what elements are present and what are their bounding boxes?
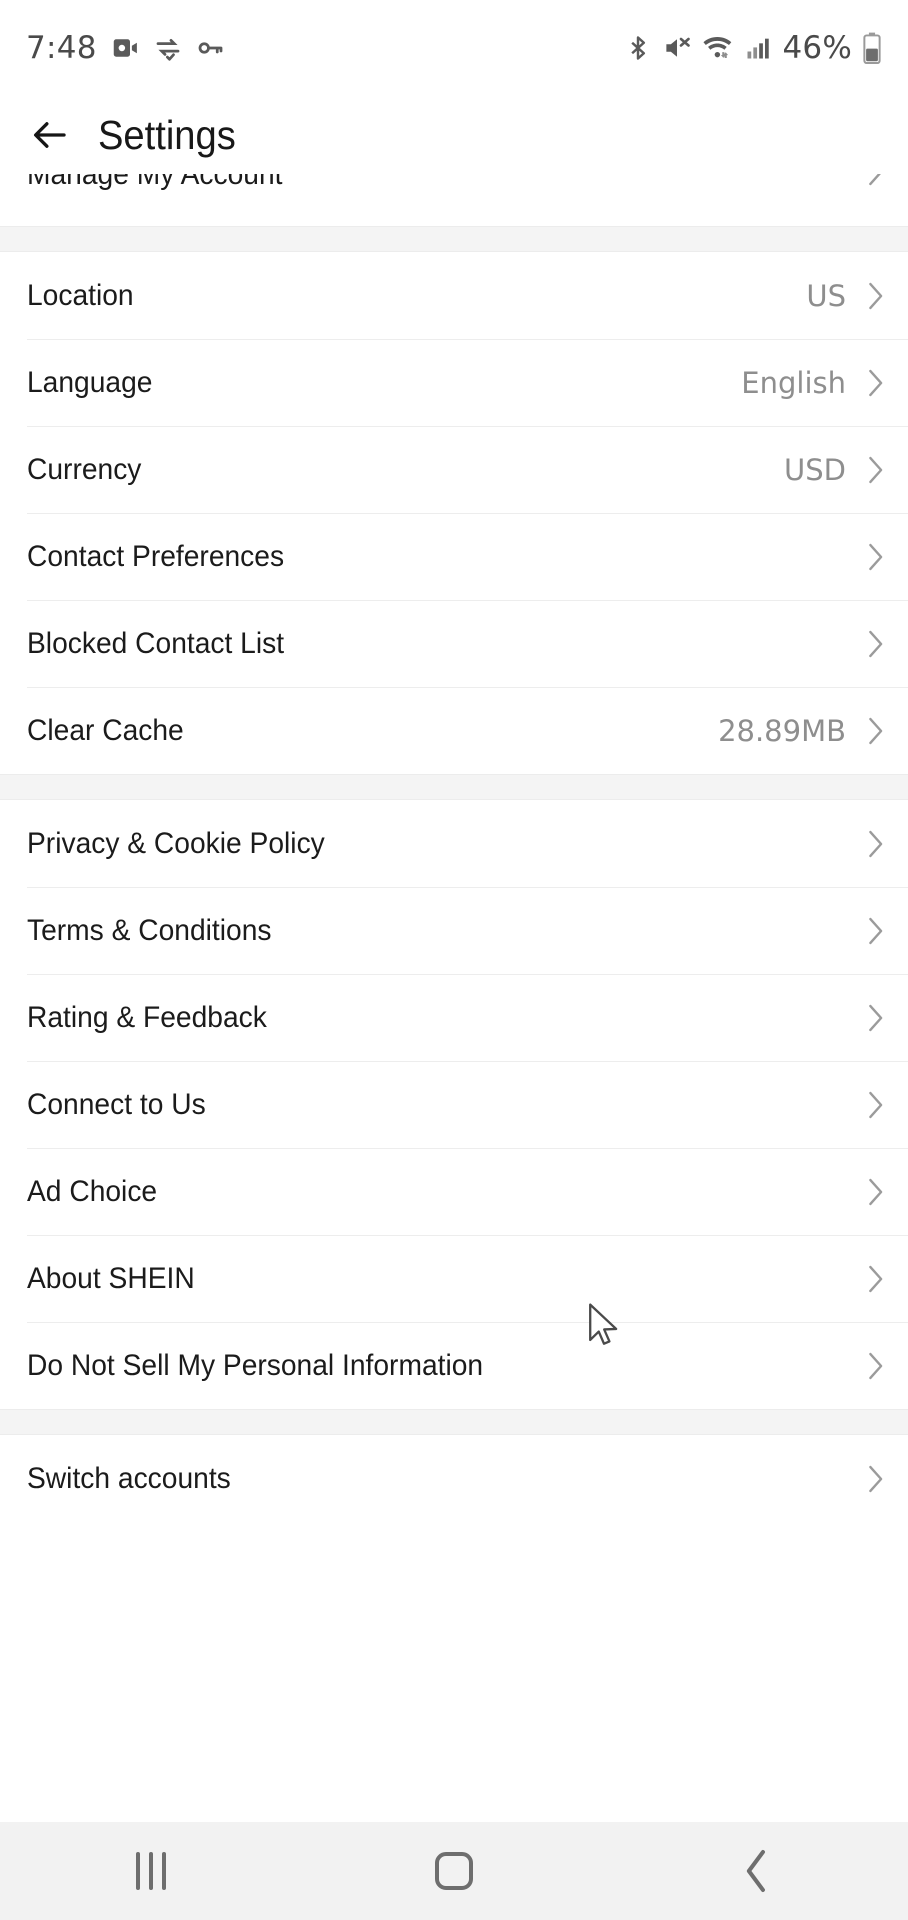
chevron-right-icon [869, 1265, 883, 1292]
list-item-right [868, 543, 884, 571]
list-item-privacy-cookie-policy[interactable]: Privacy & Cookie Policy [0, 800, 908, 887]
list-item-rating-feedback[interactable]: Rating & Feedback [0, 974, 908, 1061]
key-icon [196, 33, 226, 63]
list-item-right: 28.89MB [718, 714, 884, 748]
list-item-right [868, 830, 884, 858]
app-header: Settings [0, 96, 908, 174]
list-item-contact-preferences[interactable]: Contact Preferences [0, 513, 908, 600]
settings-section-account: Manage My Account [0, 174, 908, 226]
chevron-right-icon [869, 917, 883, 944]
list-item-right: English [741, 366, 884, 400]
list-item-about-shein[interactable]: About SHEIN [0, 1235, 908, 1322]
list-item-right: USD [784, 453, 884, 487]
section-separator [0, 1409, 908, 1435]
list-item-label: Manage My Account [27, 174, 283, 191]
list-item-location[interactable]: Location US [0, 252, 908, 339]
chevron-right-icon [869, 543, 883, 570]
list-item-right [868, 174, 884, 186]
page-title: Settings [98, 111, 236, 158]
nav-back-icon [746, 1850, 765, 1892]
list-item-connect-to-us[interactable]: Connect to Us [0, 1061, 908, 1148]
chevron-right-icon [869, 1465, 883, 1492]
battery-percentage: 46% [782, 30, 852, 66]
chevron-right-icon [869, 282, 883, 309]
chevron-right-icon [869, 830, 883, 857]
list-item-right [868, 917, 884, 945]
list-item-label: Currency [27, 452, 142, 486]
list-item-right [868, 1091, 884, 1119]
battery-icon [862, 32, 882, 64]
mute-volume-icon [662, 33, 692, 63]
settings-section-legal: Privacy & Cookie Policy Terms & Conditio… [0, 800, 908, 1409]
list-item-right [868, 630, 884, 658]
back-button[interactable] [605, 1822, 908, 1920]
list-item-right [868, 1465, 884, 1493]
list-item-right [868, 1265, 884, 1293]
chevron-right-icon [869, 174, 881, 186]
chevron-right-icon [869, 630, 883, 657]
chevron-right-icon [869, 369, 883, 396]
cache-size-value: 28.89MB [718, 713, 846, 748]
list-item-clear-cache[interactable]: Clear Cache 28.89MB [0, 687, 908, 774]
list-item-right [868, 1178, 884, 1206]
list-item-label: Switch accounts [27, 1461, 231, 1495]
list-item-terms-conditions[interactable]: Terms & Conditions [0, 887, 908, 974]
list-item-language[interactable]: Language English [0, 339, 908, 426]
status-bar-clock: 7:48 [26, 30, 97, 66]
list-item-value: USD [784, 452, 846, 487]
list-item-do-not-sell-my-personal-information[interactable]: Do Not Sell My Personal Information [0, 1322, 908, 1409]
settings-section-accounts: Switch accounts [0, 1435, 908, 1522]
chevron-right-icon [869, 1091, 883, 1118]
status-bar-left: 7:48 [26, 30, 226, 66]
chevron-right-icon [869, 717, 883, 744]
list-item-label: Privacy & Cookie Policy [27, 826, 325, 860]
list-item-value: US [806, 278, 846, 313]
list-item-right [868, 1004, 884, 1032]
section-separator [0, 226, 908, 252]
vpn-transfer-icon [153, 33, 183, 63]
section-separator [0, 774, 908, 800]
status-bar-right: 46% [624, 30, 882, 66]
chevron-right-icon [869, 1352, 883, 1379]
list-item-label: Clear Cache [27, 713, 184, 747]
chevron-right-icon [869, 1178, 883, 1205]
list-item-label: Rating & Feedback [27, 1000, 267, 1034]
list-item-value: English [741, 365, 846, 400]
status-bar: 7:48 46% [0, 0, 908, 96]
chevron-right-icon [869, 456, 883, 483]
cellular-signal-icon [744, 33, 772, 63]
list-item-right [868, 1352, 884, 1380]
home-icon [435, 1852, 473, 1890]
list-item-label: Language [27, 365, 153, 399]
list-item-blocked-contact-list[interactable]: Blocked Contact List [0, 600, 908, 687]
settings-section-preferences: Location US Language English Currency US… [0, 252, 908, 774]
bluetooth-icon [624, 33, 652, 63]
list-item[interactable]: Manage My Account [0, 174, 908, 226]
list-item-label: Terms & Conditions [27, 913, 272, 947]
android-navigation-bar [0, 1822, 908, 1920]
recents-icon [136, 1852, 167, 1890]
wifi-icon [702, 33, 734, 63]
list-item-label: Do Not Sell My Personal Information [27, 1348, 484, 1382]
list-item-label: Ad Choice [27, 1174, 158, 1208]
list-item-label: Contact Preferences [27, 539, 285, 573]
back-arrow-icon[interactable] [28, 113, 72, 157]
list-item-ad-choice[interactable]: Ad Choice [0, 1148, 908, 1235]
chevron-right-icon [869, 1004, 883, 1031]
list-item-right: US [806, 279, 884, 313]
list-item-label: Location [27, 278, 134, 312]
video-camera-icon [110, 33, 140, 63]
home-button[interactable] [303, 1822, 606, 1920]
list-item-label: Connect to Us [27, 1087, 206, 1121]
list-item-switch-accounts[interactable]: Switch accounts [0, 1435, 908, 1522]
list-item-label: About SHEIN [27, 1261, 195, 1295]
list-item-currency[interactable]: Currency USD [0, 426, 908, 513]
recents-button[interactable] [0, 1822, 303, 1920]
list-item-label: Blocked Contact List [27, 626, 285, 660]
